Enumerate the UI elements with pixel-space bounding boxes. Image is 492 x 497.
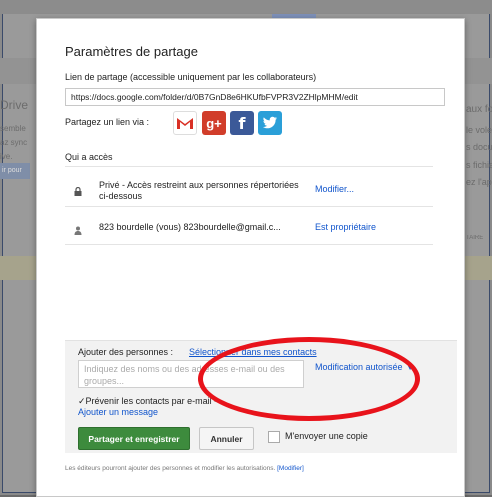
background-topbar	[0, 0, 492, 14]
cancel-button[interactable]: Annuler	[199, 427, 254, 450]
add-people-label: Ajouter des personnes :	[78, 347, 174, 357]
lock-icon	[74, 183, 82, 196]
background-text-line: s fichie	[466, 160, 492, 170]
chevron-down-icon: ▼	[406, 365, 414, 372]
footer-modify-link[interactable]: [Modifier]	[277, 465, 304, 472]
background-text-line: s docum	[466, 142, 492, 152]
gmail-icon[interactable]	[173, 111, 197, 135]
background-text-line: ive.	[0, 152, 13, 161]
modify-access-link[interactable]: Modifier...	[315, 184, 354, 194]
add-people-input[interactable]: Indiquez des noms ou des adresses e-mail…	[78, 360, 304, 388]
notify-label: Prévenir les contacts par e-mail -	[85, 396, 218, 406]
background-text-line: le volet	[466, 125, 492, 135]
permission-dropdown[interactable]: Modification autorisée ▼	[315, 362, 414, 372]
twitter-icon[interactable]	[258, 111, 282, 135]
background-drive-title: Drive	[0, 98, 29, 112]
divider	[65, 206, 433, 207]
background-text-line: aux fo	[466, 104, 492, 115]
person-icon	[74, 222, 82, 235]
send-copy-checkbox[interactable]	[268, 431, 280, 443]
add-message-link[interactable]: Ajouter un message	[78, 407, 158, 417]
who-has-access-heading: Qui a accès	[65, 152, 113, 162]
dialog-title: Paramètres de partage	[65, 44, 198, 59]
footer-text: Les éditeurs pourront ajouter des person…	[65, 465, 276, 472]
owner-status: Est propriétaire	[315, 222, 377, 232]
notify-contacts-option[interactable]: ✓Prévenir les contacts par e-mail - Ajou…	[78, 396, 228, 418]
share-link-field[interactable]: https://docs.google.com/folder/d/0B7GnD8…	[65, 88, 445, 106]
checkbox-checked-icon[interactable]: ✓	[78, 396, 86, 406]
send-copy-label: M'envoyer une copie	[285, 431, 368, 441]
facebook-icon[interactable]: f	[230, 111, 254, 135]
google-plus-icon[interactable]: g+	[202, 111, 226, 135]
select-from-contacts-link[interactable]: Sélectionner dans mes contacts	[189, 347, 317, 357]
access-row-private-text: Privé - Accès restreint aux personnes ré…	[99, 180, 299, 201]
divider	[65, 166, 433, 167]
background-button: ir pour	[0, 163, 30, 179]
dialog-footer: Les éditeurs pourront ajouter des person…	[65, 465, 304, 472]
background-caps: TAIRE	[466, 235, 484, 241]
divider	[65, 244, 433, 245]
background-text-line: semble	[0, 124, 26, 133]
permission-label: Modification autorisée	[315, 362, 403, 372]
background-text-line: az sync	[0, 138, 28, 147]
access-row-owner-text: 823 bourdelle (vous) 823bourdelle@gmail.…	[99, 222, 281, 232]
background-text-line: ez l'app	[466, 177, 492, 187]
share-and-save-button[interactable]: Partager et enregistrer	[78, 427, 190, 450]
share-via-label: Partagez un lien via :	[65, 117, 150, 127]
share-link-label: Lien de partage (accessible uniquement p…	[65, 72, 317, 82]
sharing-settings-dialog: Paramètres de partage Lien de partage (a…	[36, 18, 465, 497]
